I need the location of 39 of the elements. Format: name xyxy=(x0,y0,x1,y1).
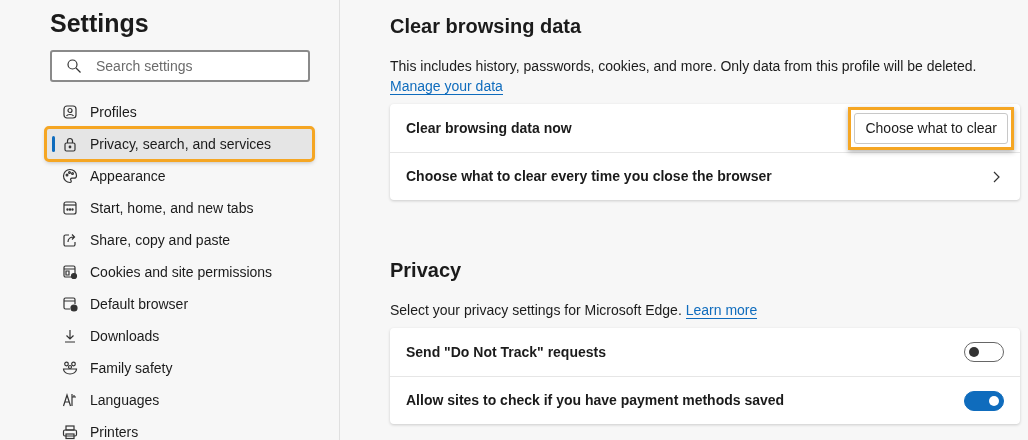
window-icon xyxy=(62,200,78,216)
family-icon xyxy=(62,360,78,376)
setting-label: Send "Do Not Track" requests xyxy=(406,342,606,362)
printer-icon xyxy=(62,424,78,440)
sidebar-item[interactable]: Start, home, and new tabs xyxy=(46,192,313,224)
palette-icon xyxy=(62,168,78,184)
settings-title: Settings xyxy=(50,8,150,38)
sidebar-item[interactable]: Downloads xyxy=(46,320,313,352)
description-text: This includes history, passwords, cookies, and more. Only data from this profile will be deleted. xyxy=(390,58,977,74)
cookie-window-icon xyxy=(62,264,78,280)
toggle-switch[interactable] xyxy=(964,390,1004,411)
selection-indicator xyxy=(52,136,55,152)
search-field[interactable]: Search settings xyxy=(50,50,310,82)
choose-button[interactable]: Choose what to clear xyxy=(854,112,1008,144)
search-icon xyxy=(66,58,82,74)
description-text: Select your privacy settings for Microsoft Edge. xyxy=(390,302,682,318)
link[interactable]: Manage your data xyxy=(390,78,503,95)
lock-icon xyxy=(62,136,78,152)
sidebar-item[interactable]: Default browser xyxy=(46,288,313,320)
share-icon xyxy=(62,232,78,248)
setting-label: Allow sites to check if you have payment methods saved xyxy=(406,391,785,410)
section-heading: Clear browsing data xyxy=(390,14,583,39)
toggle-switch[interactable] xyxy=(964,342,1004,362)
sidebar-item[interactable]: Profiles xyxy=(46,96,313,128)
language-icon xyxy=(62,392,78,408)
setting-label: Clear browsing data now xyxy=(406,118,572,138)
section-heading: Privacy xyxy=(390,258,463,283)
link[interactable]: Learn more xyxy=(685,302,758,319)
sidebar-item[interactable]: Privacy, search, and services xyxy=(46,128,313,160)
download-icon xyxy=(62,328,78,344)
sidebar-item[interactable]: Printers xyxy=(46,416,313,440)
sidebar-item[interactable]: Languages xyxy=(46,384,313,416)
profile-icon xyxy=(62,104,78,120)
browser-check-icon xyxy=(62,296,78,312)
sidebar-item[interactable]: Appearance xyxy=(46,160,313,192)
sidebar-item[interactable]: Cookies and site permissions xyxy=(46,256,313,288)
setting-row[interactable]: Choose what to clear every time you close the browser xyxy=(390,152,1020,200)
sidebar-item[interactable]: Family safety xyxy=(46,352,313,384)
sidebar-item[interactable]: Share, copy and paste xyxy=(46,224,313,256)
